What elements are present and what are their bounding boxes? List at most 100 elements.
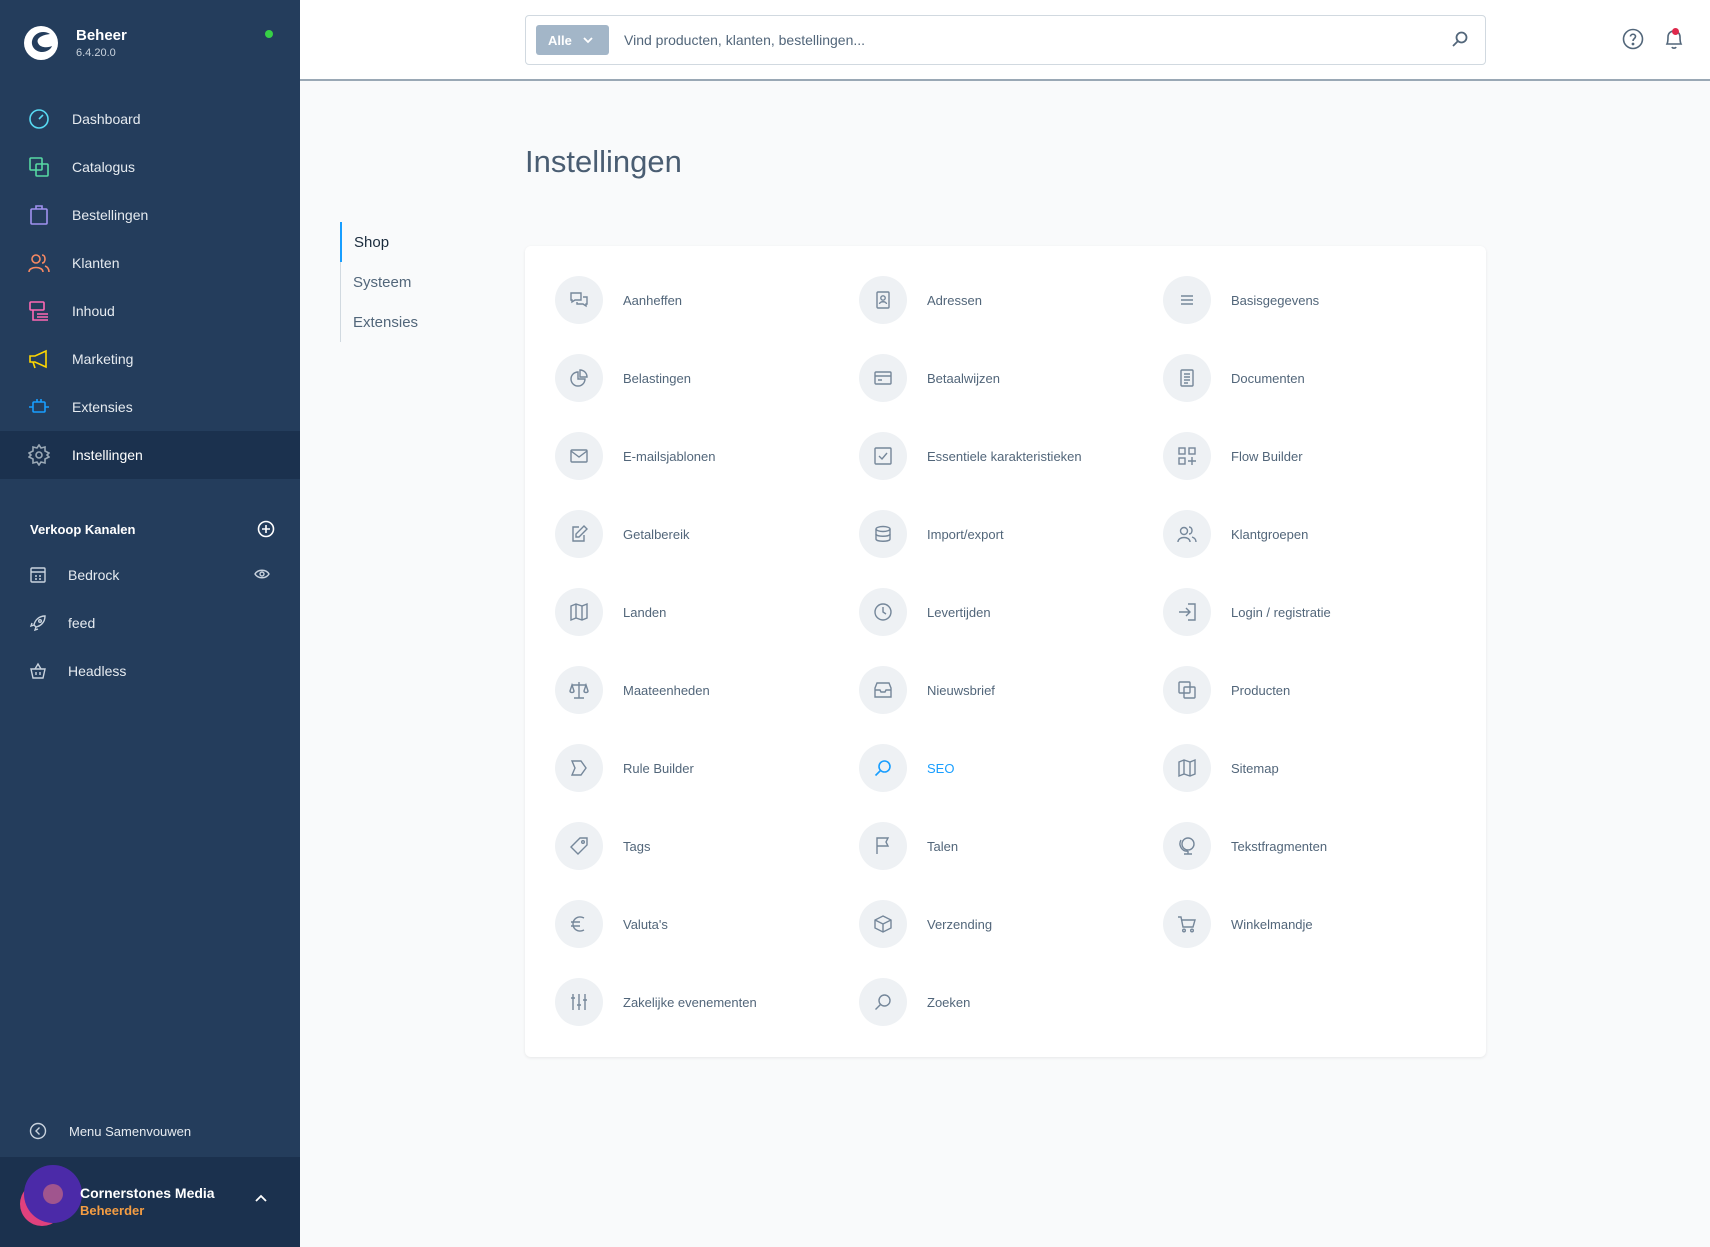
setting-label: Talen: [927, 838, 959, 854]
eye-icon[interactable]: [254, 567, 270, 581]
nav-label: Marketing: [72, 351, 134, 367]
setting-label: E-mailsjablonen: [623, 448, 716, 464]
nav-item-extensies[interactable]: Extensies: [0, 383, 300, 431]
nav-label: Klanten: [72, 255, 120, 271]
setting-flow-builder[interactable]: Flow Builder: [1163, 431, 1453, 481]
setting-label: Zoeken: [927, 994, 971, 1010]
nav-item-inhoud[interactable]: Inhoud: [0, 287, 300, 335]
sales-channel-label: feed: [68, 615, 96, 631]
sales-channel-feed[interactable]: feed: [0, 599, 300, 647]
sales-channels-header: Verkoop Kanalen: [30, 520, 275, 538]
setting-sitemap[interactable]: Sitemap: [1163, 743, 1453, 793]
user-name: Cornerstones Media: [80, 1185, 215, 1201]
main-nav: Dashboard Catalogus Bestellingen Klanten…: [0, 95, 300, 479]
settings-icon: [28, 444, 50, 466]
setting-import-export[interactable]: Import/export: [859, 509, 1149, 559]
sidebar: Beheer 6.4.20.0 Dashboard Catalogus Best…: [0, 0, 300, 1247]
setting-essentiele-karakteristieken[interactable]: Essentiele karakteristieken: [859, 431, 1149, 481]
setting-label: Tekstfragmenten: [1231, 838, 1328, 854]
setting-aanheffen[interactable]: Aanheffen: [555, 275, 845, 325]
setting-producten[interactable]: Producten: [1163, 665, 1453, 715]
cart-icon: [1163, 900, 1211, 948]
help-icon[interactable]: [1622, 28, 1644, 50]
setting-basisgegevens[interactable]: Basisgegevens: [1163, 275, 1453, 325]
setting-winkelmandje[interactable]: Winkelmandje: [1163, 899, 1453, 949]
setting-label: Tags: [623, 838, 651, 854]
nav-item-marketing[interactable]: Marketing: [0, 335, 300, 383]
setting-zoeken[interactable]: Zoeken: [859, 977, 1149, 1027]
nav-item-catalogus[interactable]: Catalogus: [0, 143, 300, 191]
nav-label: Dashboard: [72, 111, 141, 127]
setting-klantgroepen[interactable]: Klantgroepen: [1163, 509, 1453, 559]
setting-betaalwijzen[interactable]: Betaalwijzen: [859, 353, 1149, 403]
add-channel-icon[interactable]: [257, 520, 275, 538]
avatar-circle: [24, 1165, 82, 1223]
setting-documenten[interactable]: Documenten: [1163, 353, 1453, 403]
setting-tags[interactable]: Tags: [555, 821, 845, 871]
rocket-icon: [29, 614, 47, 632]
chevron-up-icon[interactable]: [254, 1193, 268, 1203]
setting-label: Sitemap: [1231, 760, 1279, 776]
scale-icon: [555, 666, 603, 714]
setting-talen[interactable]: Talen: [859, 821, 1149, 871]
setting-label: Producten: [1231, 682, 1291, 698]
setting-label: Winkelmandje: [1231, 916, 1313, 932]
chevron-left-circle-icon: [29, 1122, 47, 1140]
setting-adressen[interactable]: Adressen: [859, 275, 1149, 325]
user-role: Beheerder: [80, 1203, 145, 1218]
users-icon: [1163, 510, 1211, 558]
database-icon: [859, 510, 907, 558]
flow-icon: [1163, 432, 1211, 480]
collapse-menu-button[interactable]: Menu Samenvouwen: [29, 1122, 191, 1140]
tag-icon: [555, 822, 603, 870]
orders-icon: [28, 204, 50, 226]
setting-rule-builder[interactable]: Rule Builder: [555, 743, 845, 793]
nav-item-dashboard[interactable]: Dashboard: [0, 95, 300, 143]
search-type-select[interactable]: Alle: [536, 25, 609, 55]
edit-icon: [555, 510, 603, 558]
search-icon: [859, 744, 907, 792]
setting-seo[interactable]: SEO: [859, 743, 1149, 793]
tab-systeem[interactable]: Systeem: [341, 262, 471, 302]
pie-chart-icon: [555, 354, 603, 402]
tab-extensies[interactable]: Extensies: [341, 302, 471, 342]
setting-login-registratie[interactable]: Login / registratie: [1163, 587, 1453, 637]
dashboard-icon: [28, 108, 50, 130]
extensions-icon: [28, 396, 50, 418]
setting-nieuwsbrief[interactable]: Nieuwsbrief: [859, 665, 1149, 715]
brand[interactable]: Beheer 6.4.20.0: [22, 24, 127, 62]
search-icon[interactable]: [1451, 30, 1469, 48]
setting-tekstfragmenten[interactable]: Tekstfragmenten: [1163, 821, 1453, 871]
brand-name: Beheer: [76, 27, 127, 44]
tab-shop[interactable]: Shop: [340, 222, 470, 262]
settings-tabs: Shop Systeem Extensies: [340, 222, 471, 342]
setting-getalbereik[interactable]: Getalbereik: [555, 509, 845, 559]
setting-belastingen[interactable]: Belastingen: [555, 353, 845, 403]
content-icon: [28, 300, 50, 322]
catalog-icon: [28, 156, 50, 178]
setting-verzending[interactable]: Verzending: [859, 899, 1149, 949]
setting-maateenheden[interactable]: Maateenheden: [555, 665, 845, 715]
address-book-icon: [859, 276, 907, 324]
setting-label: Levertijden: [927, 604, 991, 620]
nav-item-bestellingen[interactable]: Bestellingen: [0, 191, 300, 239]
flag-icon: [859, 822, 907, 870]
brand-version: 6.4.20.0: [76, 47, 116, 59]
setting-levertijden[interactable]: Levertijden: [859, 587, 1149, 637]
search-input[interactable]: [624, 16, 1404, 64]
map-icon: [555, 588, 603, 636]
storefront-icon: [29, 566, 47, 584]
basket-icon: [29, 662, 47, 680]
nav-item-instellingen[interactable]: Instellingen: [0, 431, 300, 479]
setting-landen[interactable]: Landen: [555, 587, 845, 637]
sales-channel-headless[interactable]: Headless: [0, 647, 300, 695]
nav-item-klanten[interactable]: Klanten: [0, 239, 300, 287]
setting-label: Nieuwsbrief: [927, 682, 995, 698]
credit-card-icon: [859, 354, 907, 402]
setting-valutas[interactable]: Valuta's: [555, 899, 845, 949]
setting-e-mailsjablonen[interactable]: E-mailsjablonen: [555, 431, 845, 481]
sales-channel-bedrock[interactable]: Bedrock: [0, 551, 300, 599]
setting-zakelijke-evenementen[interactable]: Zakelijke evenementen: [555, 977, 845, 1027]
setting-label: Rule Builder: [623, 760, 694, 776]
avatar[interactable]: [18, 1162, 86, 1230]
